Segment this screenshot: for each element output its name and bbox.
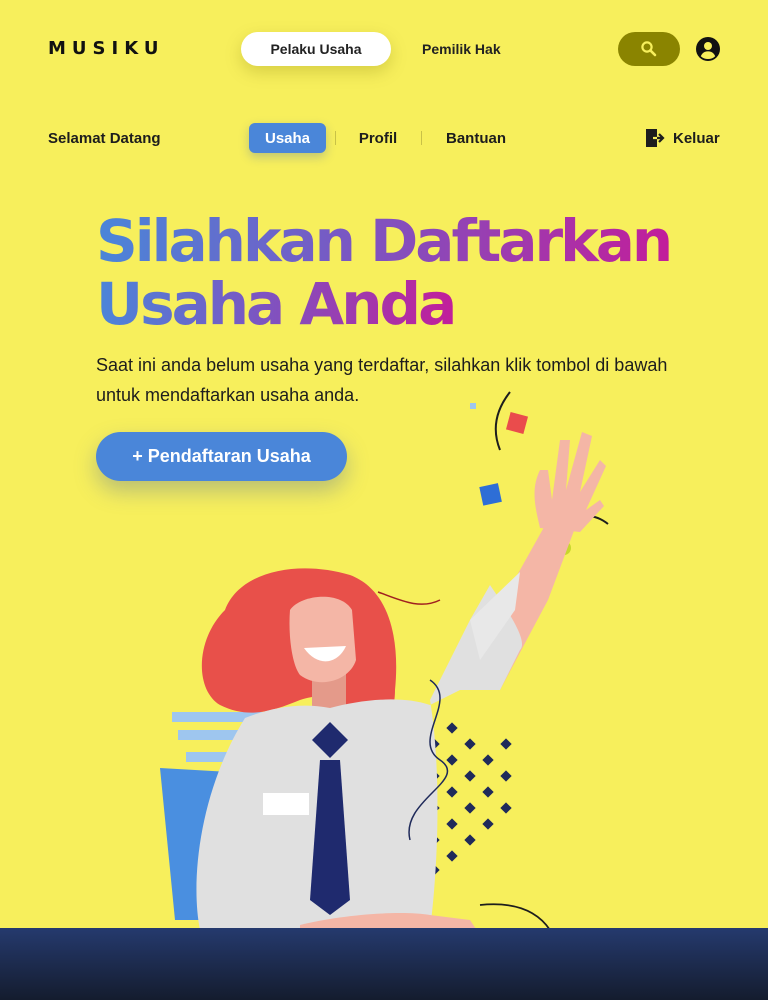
search-icon: [641, 41, 657, 57]
footer-band: [0, 928, 768, 1000]
logout-label: Keluar: [673, 129, 720, 147]
title-line-1: Silahkan Daftarkan: [96, 207, 673, 275]
dot-pattern: [428, 722, 512, 876]
desk-line: [479, 903, 551, 931]
top-bar: MUSIKU Pelaku Usaha Pemilik Hak: [0, 0, 768, 98]
brand-logo[interactable]: MUSIKU: [48, 38, 164, 59]
confetti-arc: [494, 391, 511, 451]
confetti-square-red: [505, 411, 529, 435]
account-circle-icon[interactable]: [696, 37, 720, 61]
tab-usaha[interactable]: Usaha: [249, 123, 326, 153]
logout-button[interactable]: Keluar: [645, 128, 720, 148]
role-tab-pelaku-usaha[interactable]: Pelaku Usaha: [241, 32, 391, 66]
tab-divider: [421, 131, 422, 145]
logout-icon: [646, 129, 665, 147]
confetti-square-blue: [470, 403, 476, 409]
tab-divider: [335, 131, 336, 145]
name-tag: [263, 793, 309, 815]
title-line-2: Usaha Anda: [96, 270, 457, 338]
tab-profil[interactable]: Profil: [346, 123, 410, 153]
role-tab-pemilik-hak[interactable]: Pemilik Hak: [392, 32, 531, 66]
face: [289, 596, 356, 683]
sub-navigation: Selamat Datang Usaha Profil Bantuan Kelu…: [0, 120, 768, 156]
welcome-text: Selamat Datang: [48, 130, 161, 147]
confetti-square-blue: [479, 483, 502, 506]
hair-strand: [377, 591, 441, 605]
hero-illustration: [160, 391, 609, 935]
search-button[interactable]: [618, 32, 680, 66]
tab-bantuan[interactable]: Bantuan: [432, 123, 520, 153]
page-title: Silahkan Daftarkan Usaha Anda: [96, 210, 696, 336]
